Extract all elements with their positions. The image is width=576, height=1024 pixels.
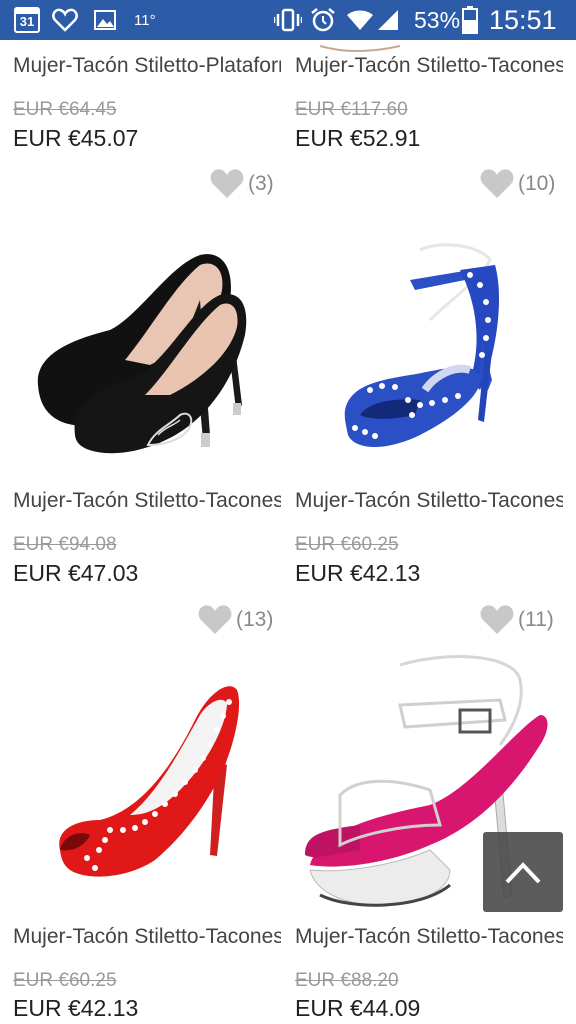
favorite-count: (13) — [236, 608, 274, 631]
old-price: EUR €60.25 — [295, 534, 399, 555]
product-title[interactable]: Mujer-Tacón Stiletto-Tacones / Plataform… — [295, 490, 563, 521]
product-title[interactable]: Mujer-Tacón Stiletto-Tacones / Plataform… — [295, 926, 563, 957]
battery-percent: 53% — [414, 6, 461, 33]
black-suede-pump — [37, 254, 247, 454]
product-image[interactable] — [55, 680, 245, 885]
chevron-up-icon — [505, 862, 541, 884]
image-icon — [94, 0, 116, 40]
favorite-button[interactable]: (3) — [210, 168, 274, 200]
favorite-count: (10) — [518, 172, 556, 195]
product-title[interactable]: Mujer-Tacón Stiletto-Tacones / Punta — [295, 55, 563, 86]
clock: 15:51 — [489, 4, 557, 35]
old-price: EUR €88.20 — [295, 970, 399, 991]
favorite-button[interactable]: (10) — [480, 168, 555, 200]
heart-outline-icon — [52, 0, 78, 40]
price: EUR €47.03 — [13, 560, 139, 586]
product-title[interactable]: Mujer-Tacón Stiletto-TaconesBoda / Ofici… — [13, 490, 281, 521]
product-title[interactable]: Mujer-Tacón Stiletto-Tacones / Punta Abi… — [13, 926, 281, 957]
blue-studded-sandal — [344, 243, 500, 448]
favorite-count: (11) — [518, 608, 554, 631]
product-title[interactable]: Mujer-Tacón Stiletto-Plataforma-Sandalia… — [13, 55, 281, 86]
price: EUR €42.13 — [295, 560, 421, 586]
favorite-button[interactable]: (11) — [480, 604, 554, 636]
price: EUR €52.91 — [295, 125, 421, 151]
price: EUR €44.09 — [295, 995, 421, 1021]
battery-icon — [462, 0, 478, 40]
favorite-count: (3) — [248, 172, 274, 195]
old-price: EUR €94.08 — [13, 534, 117, 555]
heart-icon — [198, 605, 232, 634]
product-image[interactable] — [330, 240, 530, 465]
price: EUR €45.07 — [13, 125, 139, 151]
heart-icon — [480, 169, 514, 198]
back-to-top-button[interactable] — [483, 832, 563, 912]
red-studded-peep-toe — [59, 686, 240, 877]
product-image[interactable] — [30, 245, 270, 465]
old-price: EUR €60.25 — [13, 970, 117, 991]
wifi-icon — [346, 0, 374, 40]
heart-icon — [210, 169, 244, 198]
favorite-button[interactable]: (13) — [198, 604, 273, 636]
status-bar: 31 11° 53% 15:51 — [0, 0, 576, 40]
price: EUR €42.13 — [13, 995, 139, 1021]
temperature: 11° — [134, 11, 156, 29]
alarm-icon — [310, 0, 336, 40]
calendar-icon: 31 — [14, 0, 40, 40]
old-price: EUR €64.45 — [13, 99, 117, 120]
vibrate-icon — [274, 0, 302, 40]
calendar-day: 31 — [14, 7, 40, 33]
heart-icon — [480, 605, 514, 634]
signal-icon — [376, 0, 400, 40]
old-price: EUR €117.60 — [295, 99, 408, 120]
